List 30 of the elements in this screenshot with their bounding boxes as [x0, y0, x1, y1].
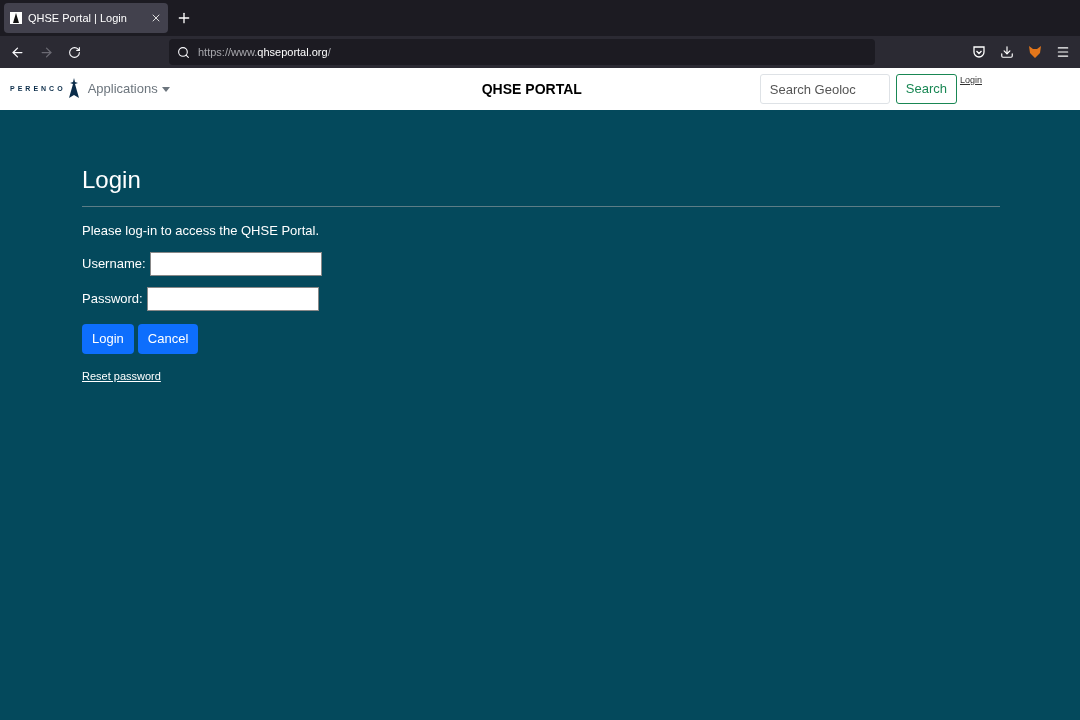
address-bar[interactable]: https://www.qhseportal.org/: [169, 39, 875, 65]
back-icon[interactable]: [10, 44, 25, 60]
search-icon: [177, 45, 190, 59]
cancel-button[interactable]: Cancel: [137, 323, 199, 354]
reload-icon[interactable]: [68, 45, 81, 59]
pocket-icon[interactable]: [972, 45, 986, 59]
new-tab-icon[interactable]: [176, 10, 192, 26]
url-text: https://www.qhseportal.org/: [198, 44, 331, 60]
reset-password-link[interactable]: Reset password: [82, 367, 161, 384]
tab-title: QHSE Portal | Login: [28, 10, 128, 26]
input-field[interactable]: [146, 286, 319, 311]
close-icon[interactable]: [150, 12, 162, 24]
input-field[interactable]: [149, 251, 322, 276]
login-heading: Login: [82, 166, 142, 194]
field-label: Username:: [82, 254, 146, 273]
applications-menu[interactable]: Applications: [87, 79, 170, 99]
search-field[interactable]: Search Geoloc: [759, 74, 890, 104]
fox-extension-icon[interactable]: [1028, 45, 1042, 59]
caret-icon: [161, 86, 170, 92]
tab-favicon-icon: [10, 12, 22, 24]
menu-icon[interactable]: [1056, 45, 1070, 59]
search-button[interactable]: Search: [895, 74, 957, 104]
portal-title: QHSE PORTAL: [481, 79, 582, 99]
download-icon[interactable]: [1000, 45, 1014, 59]
forward-icon[interactable]: [39, 44, 54, 60]
login-link[interactable]: Login: [959, 74, 982, 88]
browser-tab[interactable]: QHSE Portal | Login: [4, 3, 168, 33]
intro-text: Please log-in to access the QHSE Portal.: [82, 222, 320, 240]
login-button[interactable]: Login: [82, 323, 134, 354]
field-label: Password:: [82, 289, 143, 308]
